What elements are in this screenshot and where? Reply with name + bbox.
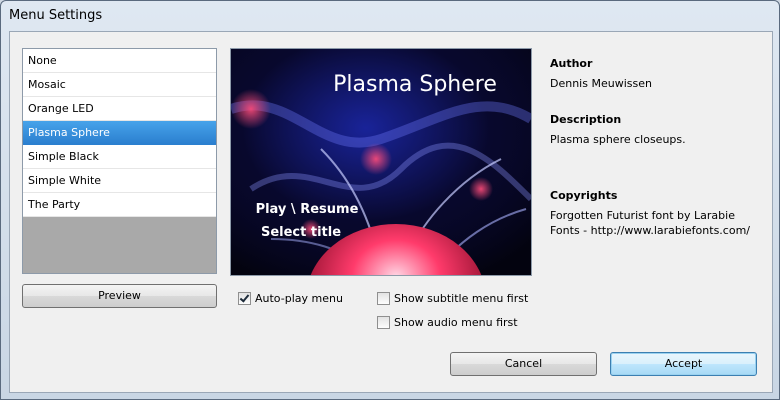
copyrights-value: Forgotten Futurist font by Larabie Fonts… [550, 209, 750, 237]
preview-play-resume: Play \ Resume [256, 202, 359, 217]
preview-button[interactable]: Preview [22, 284, 217, 308]
list-item-orange-led[interactable]: Orange LED [23, 97, 216, 121]
list-item-the-party[interactable]: The Party [23, 193, 216, 217]
window-title: Menu Settings [9, 8, 103, 23]
list-item-mosaic[interactable]: Mosaic [23, 73, 216, 97]
subtitle-first-checkbox[interactable] [377, 291, 390, 305]
autoplay-checkbox[interactable] [238, 291, 251, 305]
copyrights-section: Copyrights Forgotten Futurist font by La… [550, 188, 765, 238]
subtitle-first-option[interactable]: Show subtitle menu first [377, 290, 528, 306]
author-heading: Author [550, 57, 593, 70]
copyrights-heading: Copyrights [550, 189, 618, 202]
preview-title: Plasma Sphere [333, 72, 497, 97]
title-bar[interactable]: Menu Settings [1, 1, 779, 31]
accept-button[interactable]: Accept [610, 352, 757, 376]
list-item-simple-white[interactable]: Simple White [23, 169, 216, 193]
autoplay-option[interactable]: Auto-play menu [238, 290, 343, 306]
menu-style-list[interactable]: None Mosaic Orange LED Plasma Sphere Sim… [22, 48, 217, 274]
dialog-body: None Mosaic Orange LED Plasma Sphere Sim… [9, 31, 773, 393]
audio-first-label: Show audio menu first [394, 315, 518, 329]
autoplay-label: Auto-play menu [255, 291, 343, 305]
list-item-plasma-sphere[interactable]: Plasma Sphere [23, 121, 216, 145]
list-item-none[interactable]: None [23, 49, 216, 73]
menu-settings-window: Menu Settings None Mosaic Orange LED Pla… [0, 0, 780, 400]
audio-first-option[interactable]: Show audio menu first [377, 314, 518, 330]
description-value: Plasma sphere closeups. [550, 133, 686, 146]
audio-first-checkbox[interactable] [377, 315, 390, 329]
cancel-button[interactable]: Cancel [450, 352, 597, 376]
plasma-sphere-image: Plasma Sphere Play \ Resume Select title [231, 49, 531, 275]
author-section: Author Dennis Meuwissen [550, 56, 765, 91]
list-item-simple-black[interactable]: Simple Black [23, 145, 216, 169]
preview-select-title: Select title [261, 225, 341, 240]
menu-preview-image: Plasma Sphere Play \ Resume Select title [230, 48, 532, 276]
subtitle-first-label: Show subtitle menu first [394, 291, 529, 305]
author-value: Dennis Meuwissen [550, 77, 652, 90]
description-section: Description Plasma sphere closeups. [550, 112, 765, 147]
description-heading: Description [550, 113, 622, 126]
